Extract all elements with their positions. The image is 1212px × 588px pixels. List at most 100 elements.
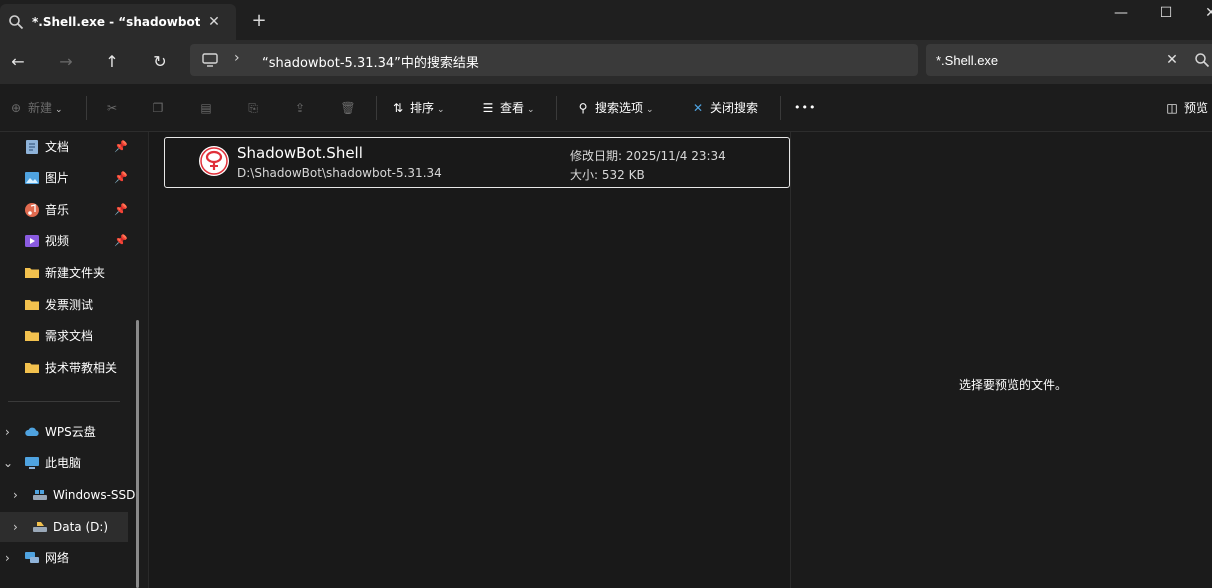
- refresh-button[interactable]: ↻: [146, 48, 174, 76]
- preview-pane: 选择要预览的文件。: [790, 132, 1212, 588]
- clear-search-button[interactable]: ✕: [1162, 50, 1182, 70]
- sidebar-item-label: 需求文档: [45, 329, 94, 343]
- preview-pane-button[interactable]: ◫ 预览: [1164, 96, 1208, 120]
- search-icon[interactable]: [1194, 52, 1210, 68]
- close-search-button[interactable]: ✕ 关闭搜索: [690, 96, 758, 120]
- up-button[interactable]: ↑: [98, 48, 126, 76]
- toolbar-divider: [780, 96, 781, 120]
- share-icon: ⇪: [294, 101, 306, 115]
- sidebar-item-videos[interactable]: 视频 📌: [0, 226, 136, 256]
- pictures-icon: [25, 172, 39, 184]
- chevron-down-icon: ⌄: [55, 105, 63, 115]
- pin-icon: 📌: [114, 203, 128, 216]
- tab-search-results[interactable]: *.Shell.exe - “shadowbot-5.31.34”中的搜索结果 …: [0, 4, 236, 40]
- sidebar-item-label: Data (D:): [53, 520, 109, 534]
- search-options-label: 搜索选项: [595, 101, 644, 115]
- paste-button[interactable]: ▤: [198, 96, 218, 120]
- delete-button[interactable]: 🗑: [340, 96, 360, 120]
- sidebar-item-windows-ssd[interactable]: › Windows-SSD: [0, 480, 136, 510]
- sidebar-item-this-pc[interactable]: ⌄ 此电脑: [0, 448, 136, 478]
- videos-icon: [25, 235, 39, 247]
- chevron-right-icon[interactable]: ›: [13, 480, 18, 510]
- search-icon: [9, 15, 24, 30]
- address-row: ← → ↑ ↻ › “shadowbot-5.31.34”中的搜索结果 ✕: [0, 40, 1212, 84]
- sidebar-item-new-folder[interactable]: 新建文件夹: [0, 258, 136, 288]
- sidebar-item-pictures[interactable]: 图片 📌: [0, 163, 136, 193]
- sort-button[interactable]: ⇅ 排序 ⌄: [390, 96, 445, 120]
- sidebar-item-label: 图片: [45, 171, 70, 185]
- command-bar: ⊕ 新建 ⌄ ✂ ❐ ▤ ⎘ ⇪ 🗑 ⇅ 排序 ⌄ ☰ 查看 ⌄ ⚲ 搜索选项 ⌄ ✕ 关闭搜索 …: [0, 84, 1212, 132]
- rename-icon: ⎘: [248, 101, 258, 115]
- file-name: ShadowBot.Shell: [237, 144, 363, 162]
- sidebar-item-label: Windows-SSD: [53, 488, 136, 502]
- sidebar-item-requirements[interactable]: 需求文档: [0, 321, 136, 351]
- new-button[interactable]: ⊕ 新建 ⌄: [8, 96, 63, 120]
- sidebar-item-wps-cloud[interactable]: › WPS云盘: [0, 417, 136, 447]
- sort-icon: ⇅: [392, 101, 404, 115]
- music-icon: [25, 203, 39, 217]
- plus-circle-icon: ⊕: [10, 101, 22, 115]
- monitor-icon: [202, 53, 218, 67]
- chevron-right-icon[interactable]: ›: [234, 50, 240, 66]
- sidebar-scrollbar[interactable]: [136, 320, 139, 588]
- tab-strip: *.Shell.exe - “shadowbot-5.31.34”中的搜索结果 …: [0, 0, 1212, 40]
- folder-icon: [25, 300, 39, 310]
- sidebar-item-label: 技术带教相关: [45, 361, 118, 375]
- sidebar-item-label: 发票测试: [45, 298, 94, 312]
- sidebar-item-label: 网络: [45, 551, 70, 565]
- minimize-button[interactable]: —: [1098, 0, 1144, 32]
- view-button[interactable]: ☰ 查看 ⌄: [480, 96, 535, 120]
- more-options-button[interactable]: •••: [794, 96, 816, 120]
- copy-icon: ❐: [152, 101, 164, 115]
- address-bar[interactable]: › “shadowbot-5.31.34”中的搜索结果: [190, 44, 918, 76]
- chevron-down-icon[interactable]: ⌄: [3, 448, 13, 478]
- sidebar-item-label: 视频: [45, 234, 70, 248]
- scissors-icon: ✂: [106, 101, 118, 115]
- sidebar-item-invoice-test[interactable]: 发票测试: [0, 290, 136, 320]
- file-size: 大小: 532 KB: [570, 168, 645, 182]
- navigation-pane: 文档 📌 图片 📌 音乐 📌 视频 📌 新建文件夹 发票测试 需求文档 技术带教…: [0, 132, 148, 588]
- chevron-right-icon[interactable]: ›: [5, 417, 10, 447]
- clipboard-icon: ▤: [200, 101, 212, 115]
- rename-button[interactable]: ⎘: [245, 96, 265, 120]
- sidebar-item-data-drive[interactable]: › Data (D:): [0, 512, 128, 542]
- new-tab-button[interactable]: +: [248, 10, 270, 32]
- search-input[interactable]: [936, 50, 1156, 70]
- list-item[interactable]: ShadowBot.Shell D:\ShadowBot\shadowbot-5…: [164, 137, 790, 188]
- results-pane: ShadowBot.Shell D:\ShadowBot\shadowbot-5…: [148, 132, 790, 588]
- folder-icon: [25, 268, 39, 278]
- breadcrumb[interactable]: “shadowbot-5.31.34”中的搜索结果: [262, 52, 479, 71]
- file-path: D:\ShadowBot\shadowbot-5.31.34: [237, 166, 442, 180]
- tab-close-button[interactable]: ✕: [204, 12, 224, 32]
- chevron-right-icon[interactable]: ›: [13, 512, 18, 542]
- cut-button[interactable]: ✂: [104, 96, 124, 120]
- maximize-button[interactable]: ☐: [1143, 0, 1189, 32]
- pin-icon: 📌: [114, 140, 128, 153]
- drive-icon: [33, 490, 47, 500]
- close-icon: ✕: [692, 101, 704, 115]
- search-options-button[interactable]: ⚲ 搜索选项 ⌄: [575, 96, 654, 120]
- chevron-down-icon: ⌄: [646, 105, 654, 115]
- window-close-button[interactable]: ✕: [1188, 0, 1212, 32]
- folder-icon: [25, 363, 39, 373]
- sidebar-item-documents[interactable]: 文档 📌: [0, 132, 136, 162]
- sidebar-item-music[interactable]: 音乐 📌: [0, 195, 136, 225]
- chevron-down-icon: ⌄: [527, 105, 535, 115]
- view-list-icon: ☰: [482, 101, 494, 115]
- search-options-icon: ⚲: [578, 101, 588, 115]
- sidebar-item-tech-mentoring[interactable]: 技术带教相关: [0, 353, 136, 383]
- modified-date: 修改日期: 2025/11/4 23:34: [570, 149, 726, 163]
- preview-label: 预览: [1184, 101, 1209, 115]
- share-button[interactable]: ⇪: [292, 96, 312, 120]
- pin-icon: 📌: [114, 234, 128, 247]
- forward-button[interactable]: →: [52, 48, 80, 76]
- new-label: 新建: [28, 101, 53, 115]
- search-box[interactable]: ✕: [926, 44, 1212, 76]
- chevron-right-icon[interactable]: ›: [5, 543, 10, 573]
- back-button[interactable]: ←: [4, 48, 32, 76]
- chevron-down-icon: ⌄: [437, 105, 445, 115]
- toolbar-divider: [556, 96, 557, 120]
- copy-button[interactable]: ❐: [150, 96, 170, 120]
- document-icon: [26, 140, 38, 154]
- sidebar-item-network[interactable]: › 网络: [0, 543, 136, 573]
